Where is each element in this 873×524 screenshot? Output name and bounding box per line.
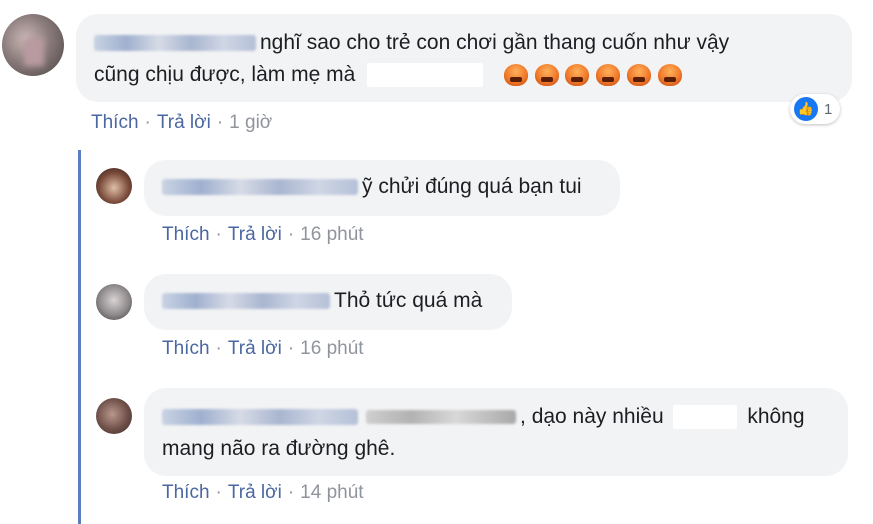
blurred-author-name[interactable] [162, 409, 358, 426]
reply-text-part: dạo này nhiều [531, 405, 664, 428]
timestamp[interactable]: 16 phút [300, 338, 363, 359]
reply-link[interactable]: Trả lời [228, 224, 282, 245]
reply-link[interactable]: Trả lời [228, 338, 282, 359]
comment-text-line2: cũng chịu được, làm mẹ mà [94, 63, 356, 86]
reply-bubble: ỹ chửi đúng quá bạn tui [144, 160, 620, 216]
reply-line-2: mang não ra đường ghê. [162, 434, 830, 464]
timestamp[interactable]: 1 giờ [229, 112, 272, 133]
reply-text-line2: mang não ra đường ghê. [162, 437, 396, 460]
like-icon: 👍 [794, 97, 818, 121]
timestamp[interactable]: 16 phút [300, 224, 363, 245]
reply-link[interactable]: Trả lời [228, 482, 282, 503]
separator: · [215, 224, 222, 245]
redaction-box [367, 63, 484, 88]
comment-bubble: nghĩ sao cho trẻ con chơi gần thang cuốn… [76, 14, 852, 102]
comment-line-1: nghĩ sao cho trẻ con chơi gần thang cuốn… [94, 28, 832, 58]
reply-bubble: Thỏ tức quá mà [144, 274, 512, 330]
pouting-face-icon [596, 64, 621, 87]
pouting-face-icon [627, 64, 652, 87]
avatar[interactable] [96, 168, 132, 204]
avatar[interactable] [2, 14, 64, 76]
reply-text-part: không [747, 405, 805, 428]
separator: · [144, 112, 151, 133]
like-link[interactable]: Thích [91, 112, 139, 133]
redaction-box [673, 405, 738, 430]
separator: · [215, 338, 222, 359]
reply-link[interactable]: Trả lời [157, 112, 211, 133]
pouting-face-icon [658, 64, 683, 87]
blurred-author-name[interactable] [162, 179, 358, 196]
reaction-count: 1 [824, 100, 833, 118]
reply-text: Thỏ tức quá mà [334, 289, 483, 312]
separator: · [287, 482, 295, 503]
like-link[interactable]: Thích [162, 224, 210, 245]
avatar[interactable] [96, 284, 132, 320]
comment-line-2: cũng chịu được, làm mẹ mà [94, 60, 832, 90]
pouting-face-icon [503, 64, 528, 87]
blurred-author-name[interactable] [94, 35, 256, 52]
reply-actions: Thích · Trả lời · 16 phút [162, 224, 364, 246]
blurred-text [366, 410, 516, 425]
comment-text-line1: nghĩ sao cho trẻ con chơi gần thang cuốn… [260, 31, 730, 54]
comment-actions: Thích · Trả lời · 1 giờ [91, 112, 272, 134]
like-link[interactable]: Thích [162, 338, 210, 359]
timestamp[interactable]: 14 phút [300, 482, 363, 503]
separator: · [287, 224, 295, 245]
reply-actions: Thích · Trả lời · 16 phút [162, 338, 364, 360]
reply-thread-line [78, 150, 81, 524]
avatar[interactable] [96, 398, 132, 434]
reply-line-1: , dạo này nhiều không [162, 402, 830, 432]
blurred-author-name[interactable] [162, 293, 330, 310]
reply-bubble: , dạo này nhiều không mang não ra đường … [144, 388, 848, 476]
reaction-count-badge[interactable]: 👍 1 [790, 94, 841, 124]
separator: · [216, 112, 224, 133]
separator: · [287, 338, 295, 359]
pouting-face-icon [565, 64, 590, 87]
reply-text: ỹ chửi đúng quá bạn tui [362, 175, 582, 198]
separator: · [215, 482, 222, 503]
like-link[interactable]: Thích [162, 482, 210, 503]
reply-actions: Thích · Trả lời · 14 phút [162, 482, 364, 504]
pouting-face-icon [534, 64, 559, 87]
reply-text-comma: , [520, 405, 526, 428]
